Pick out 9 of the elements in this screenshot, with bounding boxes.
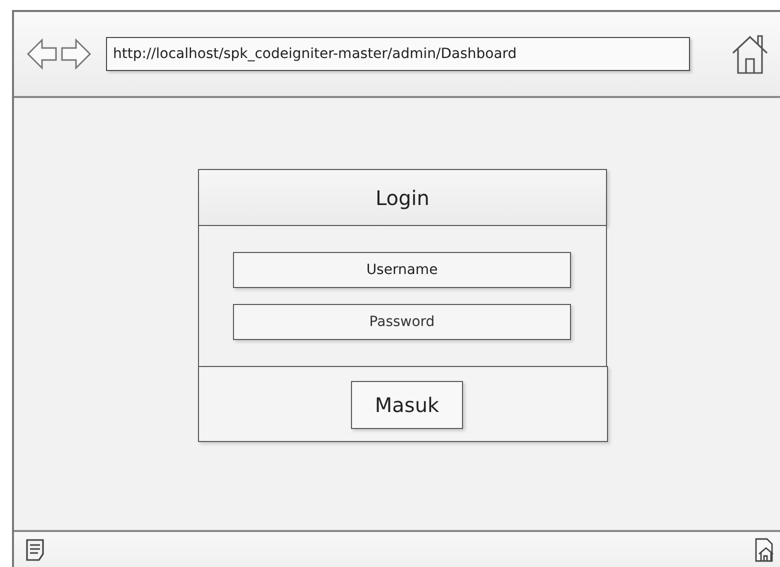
login-title: Login (376, 186, 430, 210)
address-field[interactable]: http://localhost/spk_codeigniter-master/admin/Dashboard (106, 37, 690, 71)
login-button[interactable]: Masuk (351, 381, 463, 429)
password-field[interactable]: Password (233, 304, 571, 340)
home-page-icon[interactable] (754, 536, 776, 562)
home-icon[interactable] (730, 33, 770, 75)
page-list-icon[interactable] (26, 538, 44, 560)
back-forward-icon[interactable] (26, 36, 92, 72)
username-field[interactable]: Username (233, 252, 571, 288)
